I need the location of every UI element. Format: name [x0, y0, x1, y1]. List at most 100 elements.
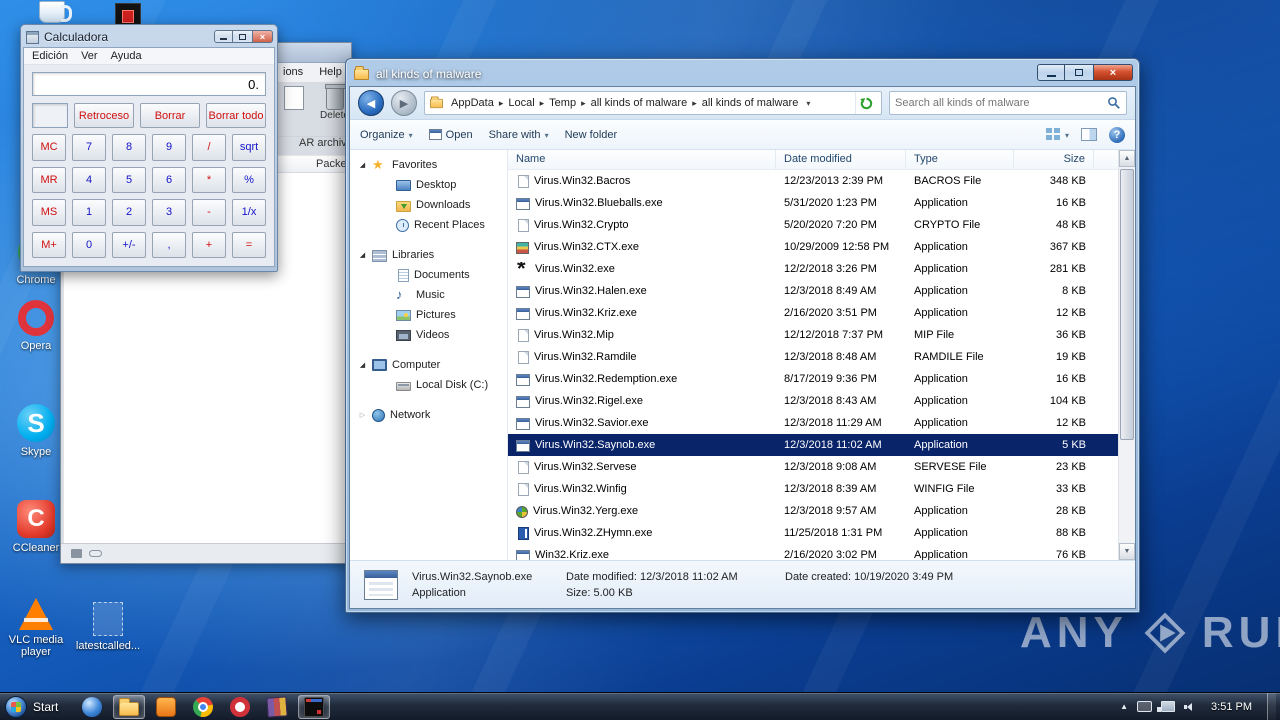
close-button[interactable]: ×: [1093, 64, 1133, 81]
desktop-icon[interactable]: [18, 1, 86, 23]
file-row[interactable]: Virus.Win32.Mip 12/12/2018 7:37 PM MIP F…: [508, 324, 1118, 346]
change-view-button[interactable]: [1045, 128, 1069, 141]
breadcrumb-separator-icon[interactable]: [802, 97, 811, 109]
sidebar-item[interactable]: Network: [350, 405, 507, 425]
scroll-up-arrow-icon[interactable]: ▲: [1119, 150, 1135, 167]
file-row[interactable]: Virus.Win32.Redemption.exe 8/17/2019 9:3…: [508, 368, 1118, 390]
maximize-button[interactable]: [1065, 64, 1093, 81]
file-row[interactable]: Virus.Win32.Blueballs.exe 5/31/2020 1:23…: [508, 192, 1118, 214]
expand-arrow-icon[interactable]: [358, 251, 367, 259]
file-row[interactable]: Virus.Win32.Servese 12/3/2018 9:08 AM SE…: [508, 456, 1118, 478]
file-row[interactable]: Virus.Win32.Saynob.exe 12/3/2018 11:02 A…: [508, 434, 1118, 456]
breadcrumb-segment[interactable]: all kinds of malware: [587, 97, 698, 109]
calculator-key[interactable]: 5: [112, 166, 146, 193]
volume-tray-icon[interactable]: [1184, 701, 1196, 713]
taskbar-app-button[interactable]: [187, 695, 219, 719]
calculator-display[interactable]: 0.: [32, 72, 266, 96]
breadcrumb[interactable]: AppData Local Temp all kinds of malware …: [424, 91, 882, 115]
breadcrumb-segment[interactable]: Local: [504, 97, 545, 109]
sidebar-item[interactable]: Libraries: [350, 245, 507, 265]
file-row[interactable]: Win32.Kriz.exe 2/16/2020 3:02 PM Applica…: [508, 544, 1118, 560]
keyboard-tray-icon[interactable]: [1137, 701, 1153, 712]
calculator-key[interactable]: =: [232, 231, 266, 258]
back-button[interactable]: ◀: [358, 90, 384, 116]
calculator-key[interactable]: +/-: [112, 231, 146, 258]
file-row[interactable]: Virus.Win32.Bacros 12/23/2013 2:39 PM BA…: [508, 170, 1118, 192]
calculator-key[interactable]: 1/x: [232, 199, 266, 226]
calculator-key[interactable]: Retroceso: [74, 103, 134, 128]
archiver-view-button[interactable]: [277, 86, 310, 110]
calculator-key[interactable]: %: [232, 166, 266, 193]
network-tray-icon[interactable]: [1157, 701, 1176, 712]
breadcrumb-segment[interactable]: AppData: [447, 97, 504, 109]
archiver-menu-item[interactable]: ions: [283, 66, 303, 82]
file-row[interactable]: Virus.Win32.Yerg.exe 12/3/2018 9:57 AM A…: [508, 500, 1118, 522]
desktop-icon[interactable]: VLC media player: [2, 598, 70, 658]
sidebar-item[interactable]: Favorites: [350, 155, 507, 175]
start-button[interactable]: Start: [0, 693, 68, 720]
taskbar-app-button[interactable]: [298, 694, 331, 719]
scroll-down-arrow-icon[interactable]: ▼: [1119, 543, 1135, 560]
maximize-button[interactable]: [233, 30, 252, 43]
calculator-key[interactable]: 0: [72, 231, 106, 258]
desktop-icon[interactable]: latestcalled...: [74, 602, 142, 652]
vertical-scrollbar[interactable]: ▲ ▼: [1118, 150, 1135, 560]
explorer-titlebar[interactable]: all kinds of malware ×: [349, 62, 1136, 86]
taskbar-app-button[interactable]: [150, 695, 182, 719]
taskbar-app-button[interactable]: [76, 695, 108, 719]
calculator-key[interactable]: 8: [112, 134, 146, 161]
file-row[interactable]: Virus.Win32.Rigel.exe 12/3/2018 8:43 AM …: [508, 390, 1118, 412]
sidebar-item[interactable]: Desktop: [350, 175, 507, 195]
calculator-key[interactable]: /: [192, 134, 226, 161]
open-button[interactable]: Open: [428, 129, 473, 141]
file-row[interactable]: Virus.Win32.Savior.exe 12/3/2018 11:29 A…: [508, 412, 1118, 434]
calculator-key[interactable]: 9: [152, 134, 186, 161]
sidebar-item[interactable]: Music: [350, 285, 507, 305]
sidebar-item[interactable]: Pictures: [350, 305, 507, 325]
expand-arrow-icon[interactable]: [358, 361, 367, 369]
column-header-type[interactable]: Type: [906, 150, 1014, 169]
file-row[interactable]: Virus.Win32.CTX.exe 10/29/2009 12:58 PM …: [508, 236, 1118, 258]
new-folder-button[interactable]: New folder: [565, 129, 618, 141]
calculator-key[interactable]: MC: [32, 134, 66, 161]
forward-button[interactable]: ▶: [391, 90, 417, 116]
sidebar-item[interactable]: Downloads: [350, 195, 507, 215]
hidden-icons-arrow-icon[interactable]: ▲: [1120, 702, 1128, 711]
calculator-key[interactable]: 4: [72, 166, 106, 193]
breadcrumb-segment[interactable]: Temp: [545, 97, 586, 109]
organize-menu-button[interactable]: Organize: [360, 129, 413, 141]
expand-arrow-icon[interactable]: [358, 161, 367, 169]
preview-pane-button[interactable]: [1081, 128, 1097, 141]
calculator-key[interactable]: 3: [152, 199, 186, 226]
calculator-key[interactable]: MS: [32, 199, 66, 226]
minimize-button[interactable]: [214, 30, 233, 43]
clock[interactable]: 3:51 PM: [1211, 701, 1252, 713]
column-header-name[interactable]: Name: [508, 150, 776, 169]
menu-item[interactable]: Ver: [81, 50, 98, 64]
calculator-key[interactable]: 2: [112, 199, 146, 226]
calculator-key[interactable]: sqrt: [232, 134, 266, 161]
show-desktop-button[interactable]: [1267, 693, 1276, 720]
taskbar-app-button[interactable]: [261, 695, 293, 719]
file-row[interactable]: Virus.Win32.Halen.exe 12/3/2018 8:49 AM …: [508, 280, 1118, 302]
calculator-key[interactable]: *: [192, 166, 226, 193]
calculator-key[interactable]: M+: [32, 231, 66, 258]
minimize-button[interactable]: [1037, 64, 1065, 81]
refresh-button[interactable]: [855, 92, 877, 114]
file-row[interactable]: Virus.Win32.Kriz.exe 2/16/2020 3:51 PM A…: [508, 302, 1118, 324]
file-row[interactable]: Virus.Win32.Ramdile 12/3/2018 8:48 AM RA…: [508, 346, 1118, 368]
sidebar-item[interactable]: Recent Places: [350, 215, 507, 235]
calculator-key[interactable]: 1: [72, 199, 106, 226]
taskbar-app-button[interactable]: [224, 695, 256, 719]
archiver-menu-item[interactable]: Help: [319, 66, 342, 82]
sidebar-item[interactable]: Videos: [350, 325, 507, 345]
help-button[interactable]: ?: [1109, 126, 1125, 143]
file-row[interactable]: Virus.Win32.Crypto 5/20/2020 7:20 PM CRY…: [508, 214, 1118, 236]
close-button[interactable]: ×: [252, 30, 273, 43]
column-header-date-modified[interactable]: Date modified: [776, 150, 906, 169]
calculator-key[interactable]: 6: [152, 166, 186, 193]
calculator-key[interactable]: 7: [72, 134, 106, 161]
sidebar-item[interactable]: Computer: [350, 355, 507, 375]
calculator-key[interactable]: +: [192, 231, 226, 258]
breadcrumb-segment[interactable]: all kinds of malware: [698, 97, 812, 109]
